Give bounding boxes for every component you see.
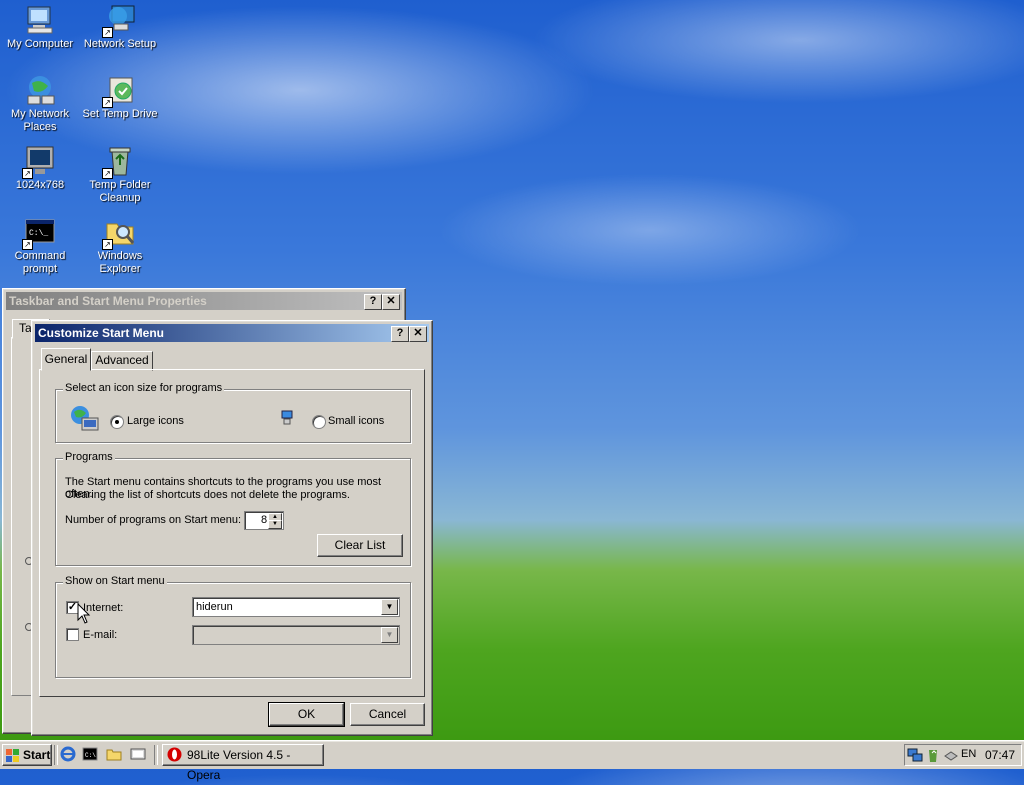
icon-size-group: Select an icon size for programs Large i… — [55, 382, 411, 443]
shortcut-arrow-icon: ↗ — [22, 239, 33, 250]
svg-text:C:\: C:\ — [85, 752, 96, 759]
explorer-folder-icon[interactable] — [106, 746, 122, 762]
group-legend: Select an icon size for programs — [63, 382, 225, 394]
recycle-icon: ↗ — [102, 145, 136, 179]
monitor-icon: ↗ — [22, 145, 56, 179]
email-dropdown[interactable]: ▼ — [192, 625, 400, 645]
shortcut-arrow-icon: ↗ — [102, 97, 113, 108]
internet-dropdown[interactable]: hiderun ▼ — [192, 597, 400, 617]
email-checkbox[interactable] — [66, 628, 79, 641]
show-desktop-icon[interactable] — [130, 746, 146, 762]
large-icons-label: Large icons — [127, 415, 184, 427]
window-title: Taskbar and Start Menu Properties — [9, 294, 207, 308]
mouse-cursor-icon — [77, 602, 91, 625]
close-button[interactable]: ✕ — [382, 294, 400, 310]
programs-description: Clearing the list of shortcuts does not … — [65, 489, 350, 501]
system-tray: EN 07:47 — [904, 744, 1022, 766]
chevron-down-icon[interactable]: ▼ — [381, 627, 398, 643]
opera-icon — [167, 747, 182, 762]
taskbar-button-label: 98Lite Version 4.5 - Opera — [187, 748, 291, 782]
language-indicator[interactable]: EN — [961, 748, 976, 760]
shortcut-arrow-icon: ↗ — [22, 168, 33, 179]
shortcut-arrow-icon: ↗ — [102, 168, 113, 179]
desktop-icon-temp-folder-cleanup[interactable]: ↗ Temp Folder Cleanup — [80, 145, 160, 205]
my-computer-icon — [24, 4, 56, 36]
desktop-icon-label: prompt — [22, 263, 58, 275]
program-count-stepper[interactable]: 8 ▲ ▼ — [244, 511, 284, 530]
clock: 07:47 — [985, 748, 1016, 762]
shortcut-arrow-icon: ↗ — [102, 239, 113, 250]
desktop-icon-label: 1024x768 — [15, 179, 65, 191]
desktop-icon-windows-explorer[interactable]: ↗ Windows Explorer — [80, 216, 160, 276]
start-button[interactable]: Start — [2, 744, 52, 766]
taskbar-properties-titlebar: Taskbar and Start Menu Properties ? ✕ — [6, 292, 402, 310]
cancel-button[interactable]: Cancel — [350, 703, 425, 726]
svg-text:C:\_: C:\_ — [29, 229, 48, 238]
set-temp-drive-icon: ↗ — [102, 74, 136, 108]
close-button[interactable]: ✕ — [409, 326, 427, 342]
desktop-icon-label: Set Temp Drive — [82, 108, 158, 120]
spin-down-button[interactable]: ▼ — [268, 520, 282, 529]
desktop-icon-label: Temp Folder — [89, 179, 151, 191]
desktop-icon-label: Places — [23, 121, 57, 133]
tab-panel-general: Select an icon size for programs Large i… — [39, 369, 425, 697]
command-prompt-quicklaunch-icon[interactable]: C:\ — [82, 746, 98, 762]
recycle-tray-icon[interactable] — [925, 747, 941, 763]
drive-tray-icon[interactable] — [943, 747, 959, 763]
small-icons-radio[interactable] — [312, 415, 326, 429]
customize-start-menu-window: Customize Start Menu ? ✕ General Advance… — [31, 320, 433, 736]
desktop-icon-label: My Computer — [6, 38, 74, 50]
toolbar-separator — [154, 745, 158, 765]
windows-logo-icon — [6, 748, 20, 762]
command-prompt-icon: C:\_ ↗ — [22, 216, 56, 250]
desktop-icon-label: Command — [14, 250, 66, 262]
program-count-value: 8 — [261, 514, 268, 526]
tab-general[interactable]: General — [41, 348, 91, 371]
ok-button[interactable]: OK — [268, 702, 345, 727]
group-legend: Programs — [63, 451, 115, 463]
program-count-label: Number of programs on Start menu: — [65, 514, 242, 526]
help-button[interactable]: ? — [364, 294, 382, 310]
small-icons-icon — [281, 410, 293, 426]
help-button[interactable]: ? — [391, 326, 409, 342]
toolbar-separator — [54, 745, 58, 765]
desktop-icon-my-computer[interactable]: My Computer — [0, 4, 80, 51]
desktop-icon-label: Cleanup — [99, 192, 141, 204]
taskbar-button-opera[interactable]: 98Lite Version 4.5 - Opera — [162, 744, 324, 782]
desktop-icon-1024x768[interactable]: ↗ 1024x768 — [0, 145, 80, 192]
chevron-down-icon[interactable]: ▼ — [381, 599, 398, 615]
window-title: Customize Start Menu — [38, 326, 165, 340]
clear-list-button[interactable]: Clear List — [317, 534, 403, 557]
group-legend: Show on Start menu — [63, 575, 167, 587]
windows-explorer-icon: ↗ — [102, 216, 136, 250]
show-on-start-group: Show on Start menu ✓ Internet: hiderun ▼… — [55, 575, 411, 678]
network-tray-icon[interactable] — [907, 747, 923, 763]
desktop-icon-label: My Network — [10, 108, 70, 120]
desktop-icon-label: Explorer — [99, 263, 141, 275]
network-places-icon — [24, 74, 56, 106]
tab-advanced[interactable]: Advanced — [91, 351, 153, 371]
internet-dropdown-value: hiderun — [196, 601, 233, 613]
desktop-icon-command-prompt[interactable]: C:\_ ↗ Command prompt — [0, 216, 80, 276]
desktop-icon-network-setup[interactable]: ↗ Network Setup — [80, 4, 160, 51]
large-icons-icon — [68, 402, 100, 434]
desktop-icon-label: Network Setup — [83, 38, 157, 50]
programs-group: Programs The Start menu contains shortcu… — [55, 451, 411, 566]
network-setup-icon: ↗ — [102, 4, 136, 38]
desktop-icon-label: Windows — [97, 250, 143, 262]
large-icons-radio[interactable] — [110, 415, 124, 429]
shortcut-arrow-icon: ↗ — [102, 27, 113, 38]
customize-start-menu-titlebar: Customize Start Menu ? ✕ — [35, 324, 429, 342]
email-label: E-mail: — [83, 629, 118, 641]
desktop-icon-set-temp-drive[interactable]: ↗ Set Temp Drive — [80, 74, 160, 121]
desktop-icon-my-network-places[interactable]: My Network Places — [0, 74, 80, 134]
internet-explorer-icon[interactable] — [60, 746, 76, 762]
taskbar: Start C:\ 98Lite Version 4.5 - Opera EN … — [0, 740, 1024, 782]
start-label: Start — [23, 748, 51, 762]
small-icons-label: Small icons — [328, 415, 385, 427]
